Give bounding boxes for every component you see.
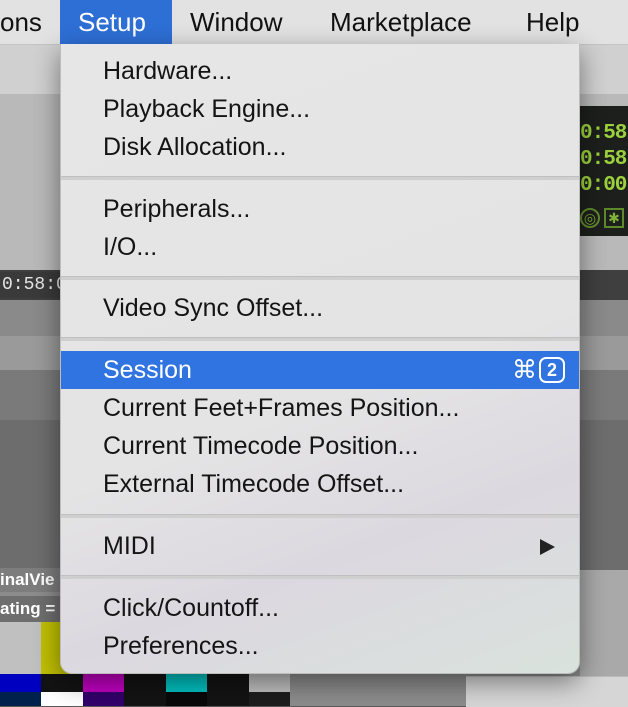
color-bars-row (0, 692, 290, 706)
menubar-item-window[interactable]: Window (172, 0, 300, 44)
menu-item-midi[interactable]: MIDI (61, 527, 579, 565)
menu-item-preferences[interactable]: Preferences... (61, 627, 579, 665)
menubar-item-marketplace[interactable]: Marketplace (312, 0, 490, 44)
menu-separator (61, 575, 579, 579)
shortcut-key: 2 (539, 357, 565, 383)
menubar-item-help[interactable]: Help (508, 0, 597, 44)
timecode-readout: 0:58:00 (0, 272, 64, 298)
menu-item-external-timecode-offset[interactable]: External Timecode Offset... (61, 465, 579, 503)
menu-item-label: MIDI (103, 532, 156, 560)
counter-line: 0:58: (580, 148, 628, 171)
menu-item-playback-engine[interactable]: Playback Engine... (61, 90, 579, 128)
menu-item-click-countoff[interactable]: Click/Countoff... (61, 589, 579, 627)
menu-item-io[interactable]: I/O... (61, 228, 579, 266)
setup-dropdown-menu: Hardware... Playback Engine... Disk Allo… (60, 44, 580, 674)
menubar-item-options[interactable]: ons (0, 0, 60, 44)
asterisk-icon[interactable]: ✱ (604, 208, 624, 228)
session-shortcut: ⌘ 2 (512, 351, 565, 389)
main-counter: 0:58: 0:58: 0:00: ◎ ✱ (572, 106, 628, 236)
menu-item-disk-allocation[interactable]: Disk Allocation... (61, 128, 579, 166)
menu-item-label: Session (103, 356, 192, 384)
clip-name-label: inalVie (0, 568, 62, 592)
clip-rating-label: ating = (0, 596, 62, 622)
menu-item-peripherals[interactable]: Peripherals... (61, 190, 579, 228)
menu-separator (61, 276, 579, 280)
menu-separator (61, 514, 579, 518)
menu-bar: ons Setup Window Marketplace Help (0, 0, 628, 45)
menu-separator (61, 176, 579, 180)
counter-line: 0:00: (580, 174, 628, 197)
command-key-icon: ⌘ (512, 356, 537, 384)
menu-item-current-timecode-position[interactable]: Current Timecode Position... (61, 427, 579, 465)
bottom-field (466, 676, 628, 707)
menu-separator (61, 337, 579, 341)
menu-item-hardware[interactable]: Hardware... (61, 52, 579, 90)
menu-item-video-sync-offset[interactable]: Video Sync Offset... (61, 289, 579, 327)
menu-item-session[interactable]: Session ⌘ 2 (61, 351, 579, 389)
menubar-item-setup[interactable]: Setup (60, 0, 172, 44)
counter-line: 0:58: (580, 122, 628, 145)
menu-item-current-feet-frames-position[interactable]: Current Feet+Frames Position... (61, 389, 579, 427)
submenu-arrow-icon (540, 539, 555, 555)
sync-icon[interactable]: ◎ (580, 208, 600, 228)
